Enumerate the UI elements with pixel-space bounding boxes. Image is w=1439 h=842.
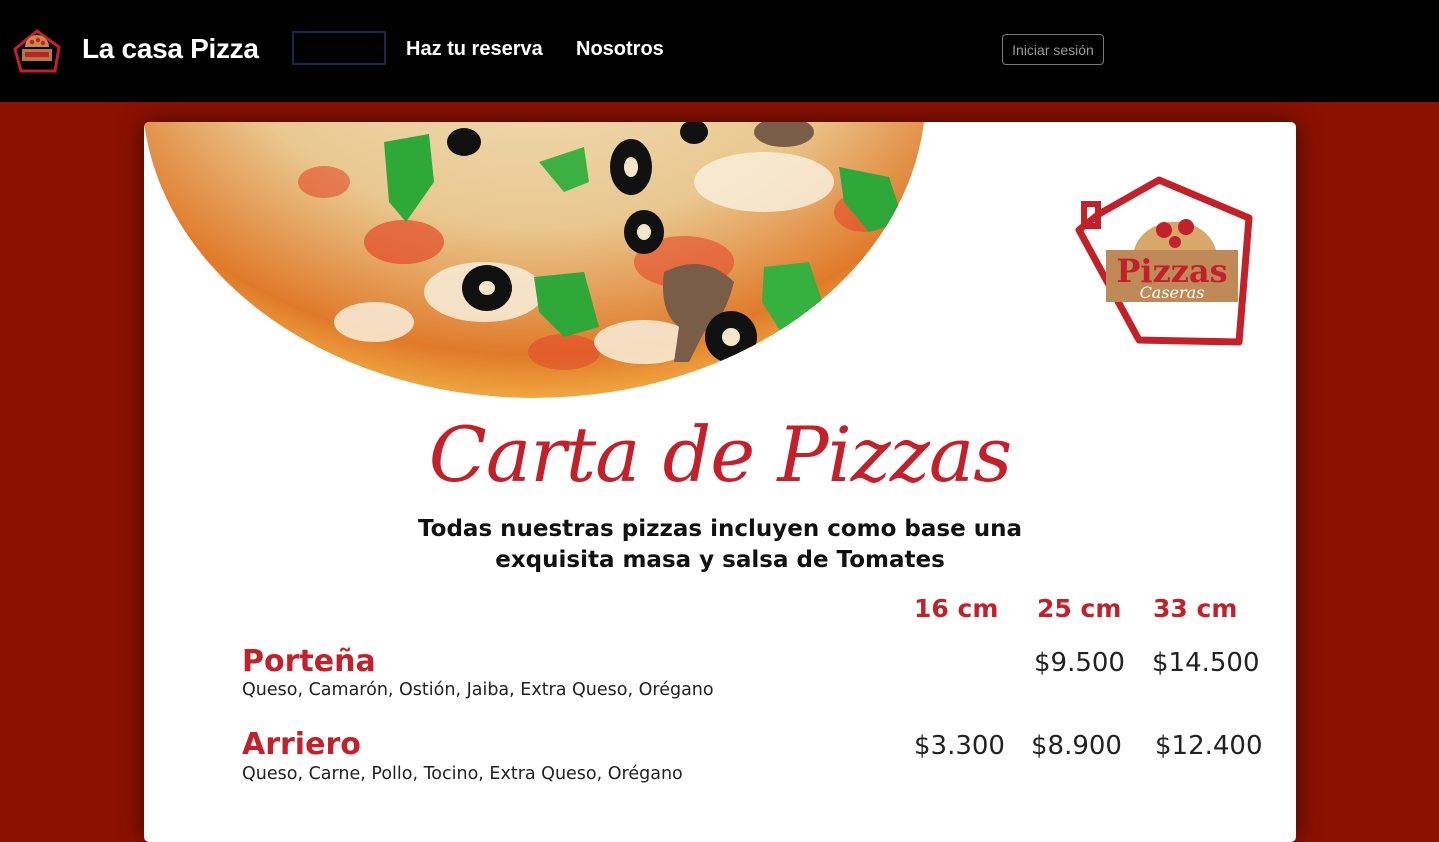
pizza-desc-arriero: Queso, Carne, Pollo, Tocino, Extra Queso… [242, 764, 683, 784]
nav-empty-box[interactable] [292, 31, 386, 65]
pizzas-caseras-logo: Pizzas Caseras [1075, 176, 1253, 346]
price-portena-33: $14.500 [1152, 648, 1260, 678]
price-portena-25: $9.500 [1034, 648, 1125, 678]
brand-name[interactable]: La casa Pizza [82, 33, 259, 65]
pizza-desc-portena: Queso, Camarón, Ostión, Jaiba, Extra Que… [242, 680, 714, 700]
menu-subtitle-line-1: Todas nuestras pizzas incluyen como base… [418, 516, 1022, 542]
size-header-16: 16 cm [914, 594, 999, 623]
menu-card: Pizzas Caseras Carta de Pizzas Todas nue… [144, 122, 1296, 842]
menu-subtitle-line-2: exquisita masa y salsa de Tomates [495, 547, 945, 573]
nav-link-reserva[interactable]: Haz tu reserva [406, 38, 543, 61]
brand-logo[interactable] [11, 27, 63, 75]
pizza-name-arriero: Arriero [242, 727, 361, 762]
logo-sub-text: Caseras [1140, 283, 1205, 302]
pizza-name-portena: Porteña [242, 644, 376, 679]
price-arriero-25: $8.900 [1031, 731, 1122, 761]
navbar: La casa Pizza Haz tu reserva Nosotros In… [0, 0, 1439, 102]
size-header-25: 25 cm [1037, 594, 1122, 623]
login-button[interactable]: Iniciar sesión [1002, 34, 1104, 65]
menu-subtitle: Todas nuestras pizzas incluyen como base… [144, 514, 1296, 576]
menu-title: Carta de Pizzas [428, 410, 1012, 499]
price-arriero-33: $12.400 [1155, 731, 1263, 761]
pizza-image [144, 122, 926, 398]
price-arriero-16: $3.300 [914, 731, 1005, 761]
nav-link-nosotros[interactable]: Nosotros [576, 38, 664, 61]
size-header-33: 33 cm [1153, 594, 1238, 623]
